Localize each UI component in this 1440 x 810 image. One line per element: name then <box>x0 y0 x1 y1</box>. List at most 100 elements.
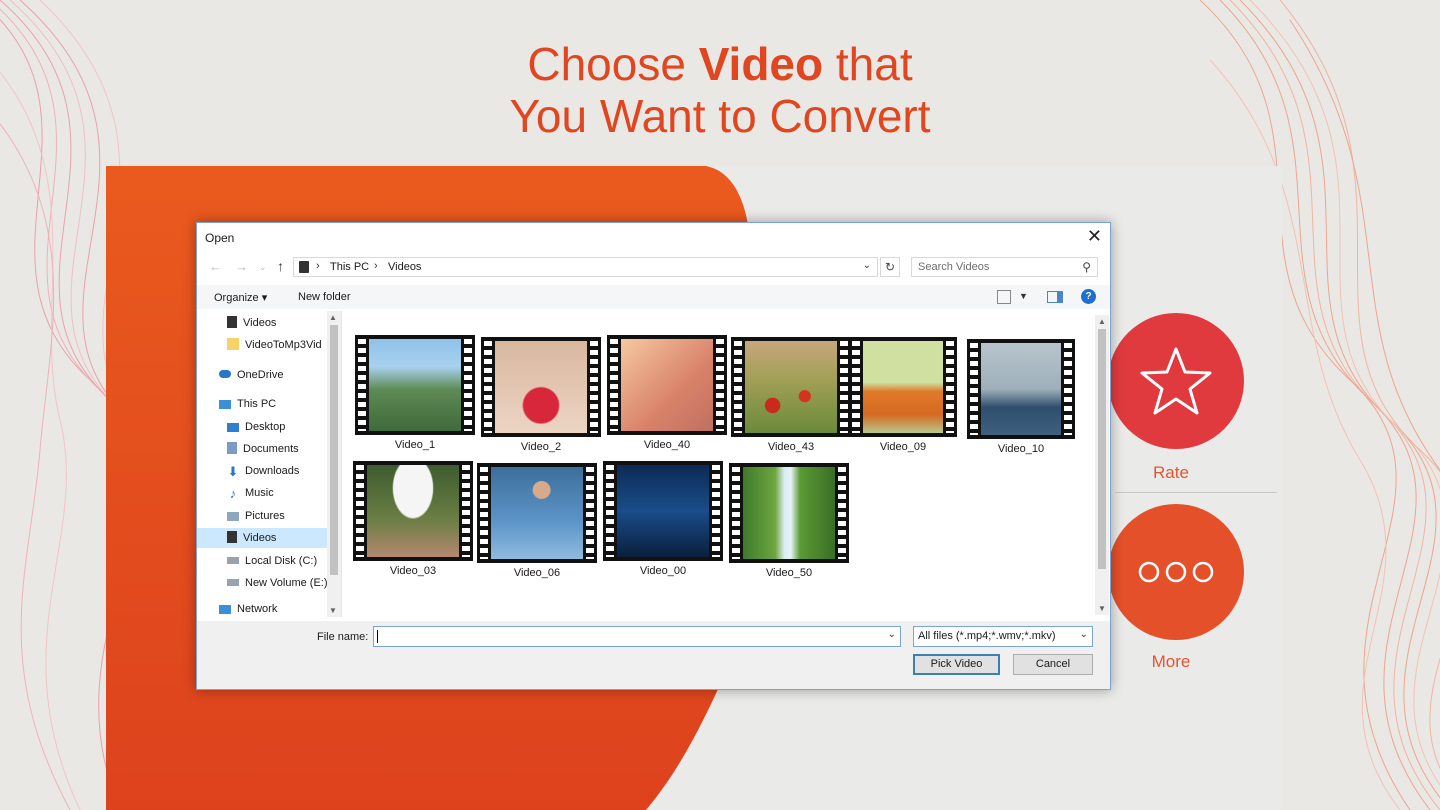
search-placeholder: Search Videos <box>918 261 990 273</box>
nav-item-videotomp3[interactable]: VideoToMp3Vid <box>227 335 327 355</box>
breadcrumb-this-pc[interactable]: This PC <box>330 261 369 273</box>
chevron-down-icon[interactable]: ⌄ <box>888 629 896 640</box>
file-list-scrollbar[interactable]: ▲ ▼ <box>1095 315 1109 615</box>
more-button[interactable] <box>1108 504 1244 640</box>
file-name-label: Video_03 <box>389 565 437 577</box>
file-tile-video-09[interactable]: Video_09 <box>849 337 957 453</box>
scroll-down-icon[interactable]: ▼ <box>1098 604 1106 613</box>
nav-item-label: Local Disk (C:) <box>245 555 318 567</box>
video-folder-icon <box>227 531 237 543</box>
change-view-icon[interactable] <box>997 290 1011 304</box>
file-name-input[interactable]: ⌄ <box>373 626 901 647</box>
nav-item-pictures[interactable]: Pictures <box>227 506 327 526</box>
chevron-down-icon[interactable]: ⌄ <box>863 260 871 271</box>
text-caret <box>377 630 378 643</box>
navigation-bar: ← → ⌄ ↑ › This PC › Videos ⌄ ↻ Search Vi… <box>197 255 1110 279</box>
star-icon <box>1140 347 1212 415</box>
view-options-chevron-icon[interactable]: ▼ <box>1019 291 1028 301</box>
pick-video-button[interactable]: Pick Video <box>913 654 1000 675</box>
open-file-dialog: Open ✕ ← → ⌄ ↑ › This PC › Videos ⌄ ↻ Se… <box>196 222 1111 690</box>
network-icon <box>219 605 231 614</box>
recent-locations-icon[interactable]: ⌄ <box>259 262 267 273</box>
scroll-up-icon[interactable]: ▲ <box>1098 317 1106 326</box>
new-folder-button[interactable]: New folder <box>298 291 351 303</box>
up-arrow-icon[interactable]: ↑ <box>277 258 284 274</box>
pictures-icon <box>227 512 239 521</box>
breadcrumb-videos[interactable]: Videos <box>388 261 421 273</box>
close-icon[interactable]: ✕ <box>1087 226 1102 247</box>
nav-item-label: Pictures <box>245 510 285 522</box>
nav-item-videos-selected[interactable]: Videos <box>197 528 327 548</box>
music-icon: ♪ <box>229 486 237 501</box>
nav-item-label: Videos <box>243 317 277 329</box>
file-tile-video-03[interactable]: Video_03 <box>353 461 473 577</box>
chevron-down-icon: ⌄ <box>1079 629 1088 640</box>
nav-item-label: Desktop <box>245 421 286 433</box>
headline: Choose Video that You Want to Convert <box>0 38 1440 142</box>
rate-label: Rate <box>1153 463 1189 482</box>
file-tile-video-50[interactable]: Video_50 <box>729 463 849 579</box>
file-name-label: File name: <box>317 631 369 643</box>
forward-arrow-icon[interactable]: → <box>235 259 248 274</box>
search-input[interactable]: Search Videos ⚲ <box>911 257 1098 277</box>
computer-icon <box>219 400 231 409</box>
video-thumbnail <box>355 335 475 435</box>
drive-icon <box>227 557 239 564</box>
video-thumbnail <box>607 335 727 435</box>
help-icon[interactable]: ? <box>1081 289 1096 304</box>
folder-icon <box>227 338 239 350</box>
file-tile-video-2[interactable]: Video_2 <box>481 337 601 453</box>
headline-line-1: Choose Video that <box>0 38 1440 90</box>
nav-item-desktop[interactable]: Desktop <box>227 417 327 437</box>
refresh-icon[interactable]: ↻ <box>880 257 900 277</box>
file-name-label: Video_40 <box>643 439 691 451</box>
video-thumbnail <box>849 337 957 437</box>
scrollbar-thumb[interactable] <box>330 325 338 575</box>
file-tile-video-10[interactable]: Video_10 <box>967 339 1075 455</box>
nav-item-onedrive[interactable]: OneDrive <box>219 365 327 385</box>
nav-item-documents[interactable]: Documents <box>227 439 327 459</box>
side-divider <box>1115 492 1277 493</box>
scroll-down-icon[interactable]: ▼ <box>329 606 337 615</box>
nav-item-label: New Volume (E:) <box>245 577 327 589</box>
nav-item-videos[interactable]: Videos <box>227 313 327 333</box>
file-tile-video-06[interactable]: Video_06 <box>477 463 597 579</box>
scroll-up-icon[interactable]: ▲ <box>329 313 337 322</box>
nav-item-network[interactable]: Network <box>219 602 327 617</box>
nav-item-downloads[interactable]: ⬇ Downloads <box>227 461 327 481</box>
video-thumbnail <box>967 339 1075 439</box>
nav-item-this-pc[interactable]: This PC <box>219 394 327 414</box>
rate-button[interactable] <box>1108 313 1244 449</box>
nav-item-label: Music <box>245 487 274 499</box>
dialog-toolbar: Organize ▾ New folder ▼ ? <box>197 285 1110 309</box>
nav-item-local-disk[interactable]: Local Disk (C:) <box>227 551 327 571</box>
video-thumbnail <box>477 463 597 563</box>
file-tile-video-00[interactable]: Video_00 <box>603 461 723 577</box>
nav-item-label: Downloads <box>245 465 300 477</box>
headline-line-2: You Want to Convert <box>509 90 931 142</box>
cancel-button[interactable]: Cancel <box>1013 654 1093 675</box>
file-name-label: Video_43 <box>767 441 815 453</box>
organize-menu[interactable]: Organize ▾ <box>214 291 267 304</box>
dialog-footer: File name: ⌄ All files (*.mp4;*.wmv;*.mk… <box>197 621 1110 689</box>
file-name-label: Video_10 <box>997 443 1045 455</box>
address-bar[interactable]: › This PC › Videos ⌄ <box>293 257 878 277</box>
breadcrumb-separator-icon: › <box>316 260 320 272</box>
navigation-scrollbar[interactable]: ▲ ▼ <box>327 311 341 617</box>
video-thumbnail <box>481 337 601 437</box>
file-tile-video-40[interactable]: Video_40 <box>607 335 727 451</box>
file-type-select[interactable]: All files (*.mp4;*.wmv;*.mkv) ⌄ <box>913 626 1093 647</box>
video-folder-icon <box>299 261 309 273</box>
file-name-label: Video_50 <box>765 567 813 579</box>
downloads-icon: ⬇ <box>227 464 239 479</box>
file-name-label: Video_06 <box>513 567 561 579</box>
scrollbar-thumb[interactable] <box>1098 329 1106 569</box>
back-arrow-icon[interactable]: ← <box>209 259 222 274</box>
file-tile-video-1[interactable]: Video_1 <box>355 335 475 451</box>
video-folder-icon <box>227 316 237 328</box>
preview-pane-icon[interactable] <box>1047 291 1063 303</box>
nav-item-music[interactable]: ♪ Music <box>227 483 327 503</box>
headline-text-pre: Choose <box>527 38 699 90</box>
nav-item-new-volume[interactable]: New Volume (E:) <box>227 573 327 593</box>
file-tile-video-43[interactable]: Video_43 <box>731 337 851 453</box>
